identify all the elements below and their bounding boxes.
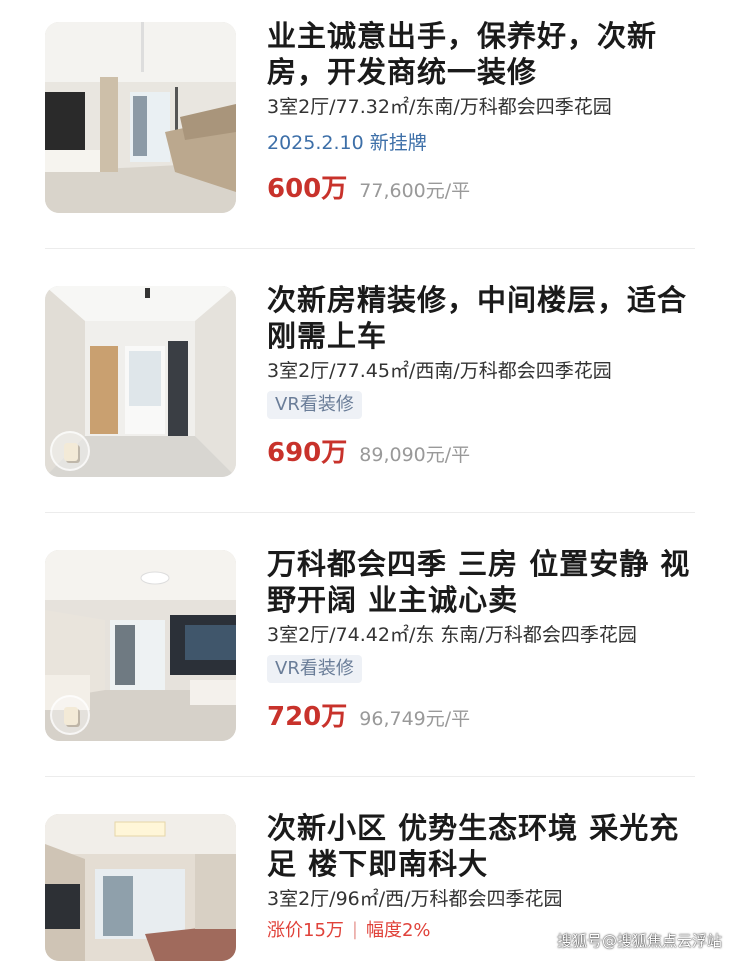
listing-info: 万科都会四季 三房 位置安静 视野开阔 业主诚心卖 3室2厅/74.42㎡/东 … (267, 546, 707, 733)
price-rise-amount: 涨价15万 (267, 920, 344, 941)
listing-photo[interactable] (45, 550, 236, 741)
watermark: 搜狐号@搜狐焦点云浮站 (556, 932, 722, 950)
vr-tag[interactable]: VR看装修 (267, 655, 362, 683)
vr-tag[interactable]: VR看装修 (267, 391, 362, 419)
price-rise-percent: 幅度2% (365, 920, 431, 941)
unit-price: 89,090元/平 (359, 444, 471, 466)
price-rise-tag: 涨价15万 | 幅度2% (267, 916, 431, 942)
new-listing-tag: 2025.2.10 新挂牌 (267, 131, 427, 154)
vr-badge-icon (50, 695, 90, 735)
listing-specs: 3室2厅/77.45㎡/西南/万科都会四季花园 (267, 360, 612, 382)
price-row: 720万 96,749元/平 (267, 696, 707, 733)
price-row: 690万 89,090元/平 (267, 432, 707, 469)
listing-info: 业主诚意出手，保养好，次新房，开发商统一装修 3室2厅/77.32㎡/东南/万科… (267, 18, 707, 205)
divider (45, 512, 695, 513)
separator: | (351, 918, 358, 940)
listing-title[interactable]: 次新小区 优势生态环境 采光充足 楼下即南科大 (267, 810, 707, 882)
tag-row: VR看装修 (267, 654, 707, 684)
vr-badge-icon (50, 431, 90, 471)
room-photo-living (45, 22, 236, 213)
listing-photo[interactable] (45, 286, 236, 477)
listing-title[interactable]: 万科都会四季 三房 位置安静 视野开阔 业主诚心卖 (267, 546, 707, 618)
listing-photo[interactable] (45, 814, 236, 961)
listing-title[interactable]: 次新房精装修，中间楼层，适合刚需上车 (267, 282, 707, 354)
tag-row: VR看装修 (267, 390, 707, 420)
listing-specs: 3室2厅/74.42㎡/东 东南/万科都会四季花园 (267, 624, 637, 646)
total-price: 720万 (267, 702, 348, 732)
total-price: 690万 (267, 438, 348, 468)
listing-photo[interactable] (45, 22, 236, 213)
listing-card[interactable]: 次新房精装修，中间楼层，适合刚需上车 3室2厅/77.45㎡/西南/万科都会四季… (0, 264, 740, 526)
unit-price: 96,749元/平 (359, 708, 471, 730)
listing-card[interactable]: 业主诚意出手，保养好，次新房，开发商统一装修 3室2厅/77.32㎡/东南/万科… (0, 0, 740, 262)
listing-specs: 3室2厅/77.32㎡/东南/万科都会四季花园 (267, 96, 612, 118)
total-price: 600万 (267, 174, 348, 204)
tag-row: 2025.2.10 新挂牌 (267, 126, 707, 156)
room-photo-living (45, 814, 236, 961)
price-row: 600万 77,600元/平 (267, 168, 707, 205)
listing-specs: 3室2厅/96㎡/西/万科都会四季花园 (267, 888, 563, 910)
divider (45, 248, 695, 249)
listing-card[interactable]: 万科都会四季 三房 位置安静 视野开阔 业主诚心卖 3室2厅/74.42㎡/东 … (0, 528, 740, 790)
unit-price: 77,600元/平 (359, 180, 471, 202)
divider (45, 776, 695, 777)
listing-title[interactable]: 业主诚意出手，保养好，次新房，开发商统一装修 (267, 18, 707, 90)
listing-info: 次新房精装修，中间楼层，适合刚需上车 3室2厅/77.45㎡/西南/万科都会四季… (267, 282, 707, 469)
listing-info: 次新小区 优势生态环境 采光充足 楼下即南科大 3室2厅/96㎡/西/万科都会四… (267, 810, 707, 944)
